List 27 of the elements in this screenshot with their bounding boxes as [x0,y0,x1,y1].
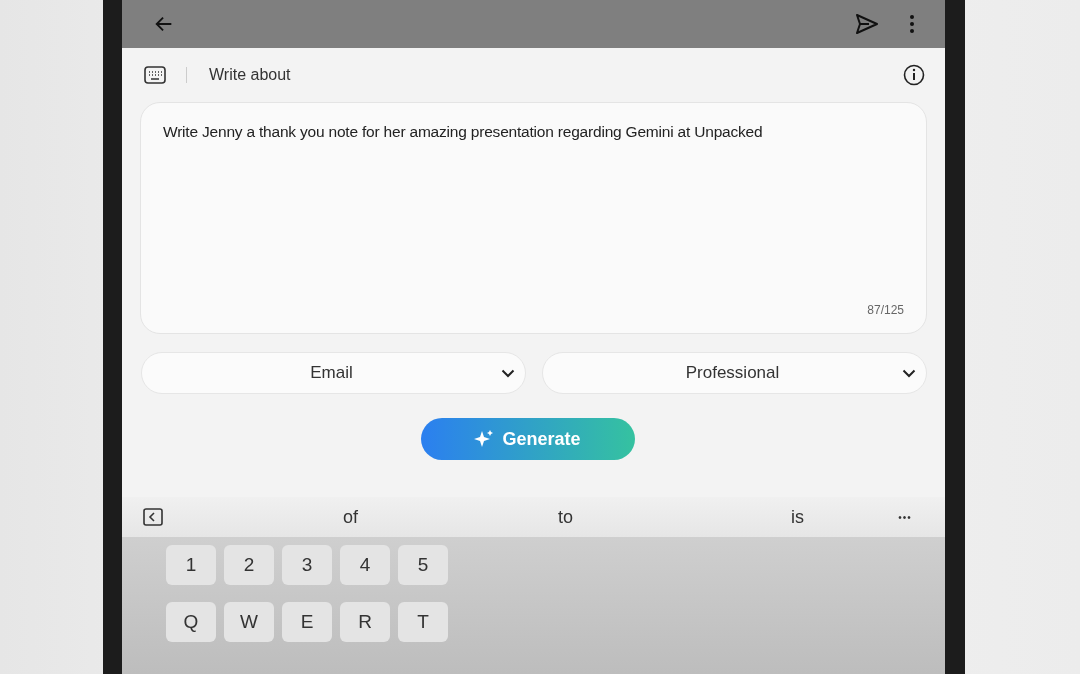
dropdown[interactable]: Email [141,352,526,394]
dropdown[interactable]: Professional [542,352,927,394]
more-suggestions-button[interactable]: ••• [885,511,925,523]
keyboard-key[interactable]: Q [166,602,216,642]
suggestion-word[interactable]: of [343,506,358,528]
info-icon[interactable] [903,64,925,86]
prompt-input-field[interactable]: Write Jenny a thank you note for her amazing presentation regarding Gemini at Unpacked 87/125 [140,102,927,334]
keyboard-key[interactable]: 2 [224,545,274,585]
send-icon[interactable] [855,13,879,35]
keyboard-key[interactable]: 1 [166,545,216,585]
keyboard-key[interactable]: E [282,602,332,642]
character-counter: 87/125 [867,303,904,317]
chevron-down-icon [501,368,515,378]
more-options-icon[interactable] [909,14,915,34]
keyboard-key[interactable]: 5 [398,545,448,585]
keyboard-icon[interactable] [144,66,166,84]
keyboard-key[interactable]: W [224,602,274,642]
keyboard-key[interactable]: T [398,602,448,642]
keyboard-key[interactable]: 4 [340,545,390,585]
collapse-icon[interactable] [143,508,163,526]
suggestion-word[interactable]: to [558,506,574,528]
keyboard-key[interactable]: 3 [282,545,332,585]
sparkle-icon [474,429,495,449]
write-about-title: Write about [209,66,291,84]
chevron-down-icon [902,368,916,378]
keyboard-key[interactable]: R [340,602,390,642]
suggestion-word[interactable]: is [791,506,805,528]
